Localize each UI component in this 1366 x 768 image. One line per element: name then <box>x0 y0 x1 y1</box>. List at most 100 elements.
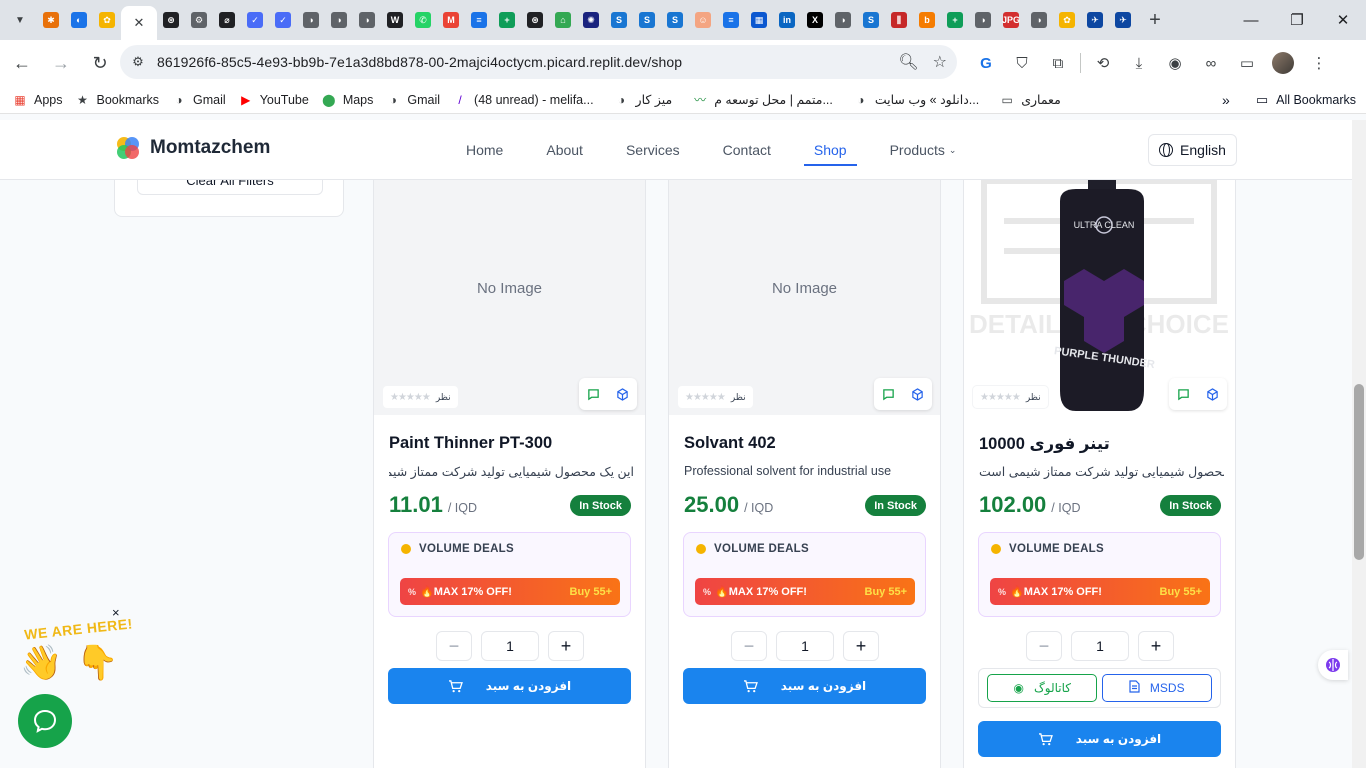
minimize-button[interactable]: — <box>1228 0 1274 40</box>
rating-badge[interactable]: ★★★★★ نظر <box>382 385 459 409</box>
tab-favicon-20[interactable]: ✺ <box>577 6 605 34</box>
translate-icon[interactable]: G <box>968 45 1004 81</box>
language-button[interactable]: English <box>1148 134 1237 166</box>
tab-favicon-26[interactable]: ▦ <box>745 6 773 34</box>
increase-qty-button[interactable]: + <box>548 631 584 661</box>
bookmark-item[interactable]: 〰 متمم | محل توسعه م... <box>692 92 833 108</box>
close-tab-icon[interactable]: ✕ <box>131 15 147 31</box>
zoom-icon[interactable]: 🔍︎ <box>898 52 918 72</box>
nav-shop[interactable]: Shop <box>803 120 857 180</box>
increase-qty-button[interactable]: + <box>843 631 879 661</box>
add-to-cart-button[interactable]: افزودن به سبد <box>683 668 926 704</box>
scrollbar-thumb[interactable] <box>1354 384 1364 560</box>
tab-favicon-21[interactable]: S <box>605 6 633 34</box>
product-card[interactable]: No Image ★★★★★ نظر Paint Thinner PT-300 … <box>373 160 646 768</box>
url-text[interactable]: 861926f6-85c5-4e93-bb9b-7e1a3d8bd878-00-… <box>157 54 682 70</box>
page-scrollbar[interactable] <box>1352 120 1366 768</box>
product-card[interactable]: DETAILER'S CHOICE ULTRA CLEAN PURPLE THU… <box>963 160 1236 768</box>
nav-services[interactable]: Services <box>626 120 680 180</box>
tab-favicon-31[interactable]: ⫼ <box>885 6 913 34</box>
camera-icon[interactable]: ◉ <box>1157 45 1193 81</box>
nav-home[interactable]: Home <box>466 120 503 180</box>
tab-favicon-10[interactable]: ◑ <box>297 6 325 34</box>
tab-favicon-32[interactable]: b <box>913 6 941 34</box>
chat-bubble-icon[interactable] <box>587 387 601 401</box>
tab-favicon-34[interactable]: ◑ <box>969 6 997 34</box>
product-image-placeholder[interactable]: No Image <box>374 161 645 415</box>
tab-favicon-16[interactable]: ≡ <box>465 6 493 34</box>
back-button[interactable]: ← <box>5 46 39 80</box>
bookmark-item[interactable]: ⬤ Maps <box>321 92 373 108</box>
tab-search-chevron-icon[interactable]: ▼ <box>7 7 33 33</box>
bookmarks-overflow-icon[interactable]: » <box>1222 92 1230 108</box>
tab-favicon-13[interactable]: W <box>381 6 409 34</box>
tab-favicon-1[interactable]: ✱ <box>37 6 65 34</box>
all-bookmarks[interactable]: ▭ All Bookmarks <box>1256 92 1356 108</box>
extensions-puzzle-icon[interactable]: ⧉ <box>1040 45 1076 81</box>
tab-favicon-3[interactable]: ✿ <box>93 6 121 34</box>
we-are-here-widget[interactable]: × WE ARE HERE! 👋 👇 <box>18 605 134 695</box>
reading-list-icon[interactable]: ▭ <box>1229 45 1265 81</box>
cube-icon[interactable] <box>1206 387 1220 401</box>
nav-about[interactable]: About <box>546 120 583 180</box>
bookmark-item[interactable]: ◑ Gmail <box>171 92 225 108</box>
history-icon[interactable]: ⟲ <box>1085 45 1121 81</box>
quantity-input[interactable]: 1 <box>1071 631 1129 661</box>
tab-favicon-37[interactable]: ✿ <box>1053 6 1081 34</box>
quantity-input[interactable]: 1 <box>776 631 834 661</box>
quantity-input[interactable]: 1 <box>481 631 539 661</box>
bookmark-item[interactable]: ▶ YouTube <box>238 92 309 108</box>
bookmark-item[interactable]: / (48 unread) - melifa... <box>452 92 593 108</box>
rating-badge[interactable]: ★★★★★ نظر <box>972 385 1049 409</box>
tab-favicon-18[interactable]: ⊛ <box>521 6 549 34</box>
chat-bubble-icon[interactable] <box>882 387 896 401</box>
tab-favicon-14[interactable]: ✆ <box>409 6 437 34</box>
tab-favicon-25[interactable]: ≡ <box>717 6 745 34</box>
add-to-cart-button[interactable]: افزودن به سبد <box>388 668 631 704</box>
tab-favicon-6[interactable]: ⚙ <box>185 6 213 34</box>
add-to-cart-button[interactable]: افزودن به سبد <box>978 721 1221 757</box>
forward-button[interactable]: → <box>44 46 78 80</box>
tab-favicon-27[interactable]: in <box>773 6 801 34</box>
bookmark-item[interactable]: ◑ دانلود » وب سایت... <box>853 92 979 108</box>
tab-favicon-29[interactable]: ◑ <box>829 6 857 34</box>
bookmark-item[interactable]: ▭ معماری <box>999 92 1061 108</box>
profile-avatar[interactable] <box>1265 45 1301 81</box>
decrease-qty-button[interactable]: − <box>731 631 767 661</box>
tab-favicon-11[interactable]: ◑ <box>325 6 353 34</box>
bookmark-item[interactable]: ◑ میز کار <box>614 92 672 108</box>
tab-favicon-9[interactable]: ✓ <box>269 6 297 34</box>
nav-products[interactable]: Products ⌄ <box>890 120 957 180</box>
tab-favicon-5[interactable]: ⊛ <box>157 6 185 34</box>
reload-button[interactable]: ↻ <box>83 46 117 80</box>
bookmark-item[interactable]: ★ Bookmarks <box>75 92 159 108</box>
link-icon[interactable]: ∞ <box>1193 45 1229 81</box>
cube-icon[interactable] <box>911 387 925 401</box>
site-info-icon[interactable]: ⚙ <box>123 47 153 77</box>
maximize-button[interactable]: ❐ <box>1274 0 1320 40</box>
tab-favicon-17[interactable]: + <box>493 6 521 34</box>
tab-favicon-24[interactable]: ☺ <box>689 6 717 34</box>
tab-favicon-2[interactable]: ◐ <box>65 6 93 34</box>
catalog-button[interactable]: ◉ کاتالوگ <box>987 674 1098 702</box>
decrease-qty-button[interactable]: − <box>1026 631 1062 661</box>
msds-button[interactable]: MSDS <box>1101 674 1212 702</box>
chat-button[interactable] <box>18 694 72 748</box>
new-tab-button[interactable]: + <box>1141 6 1169 34</box>
brand[interactable]: Momtazchem <box>114 134 270 162</box>
tab-favicon-39[interactable]: ✈ <box>1109 6 1137 34</box>
tab-favicon-8[interactable]: ✓ <box>241 6 269 34</box>
tab-favicon-7[interactable]: ⌀ <box>213 6 241 34</box>
tab-favicon-38[interactable]: ✈ <box>1081 6 1109 34</box>
decrease-qty-button[interactable]: − <box>436 631 472 661</box>
product-name[interactable]: Paint Thinner PT-300 <box>389 434 552 453</box>
download-icon[interactable]: ⤓ <box>1121 45 1157 81</box>
product-image[interactable]: DETAILER'S CHOICE ULTRA CLEAN PURPLE THU… <box>964 161 1235 415</box>
tab-favicon-30[interactable]: S <box>857 6 885 34</box>
nav-contact[interactable]: Contact <box>723 120 771 180</box>
chrome-menu-icon[interactable]: ⋮ <box>1301 45 1337 81</box>
address-bar[interactable]: ⚙ 861926f6-85c5-4e93-bb9b-7e1a3d8bd878-0… <box>120 45 957 79</box>
active-tab[interactable]: ✕ <box>121 6 157 40</box>
bookmark-star-icon[interactable]: ☆ <box>933 52 947 72</box>
product-image-placeholder[interactable]: No Image <box>669 161 940 415</box>
